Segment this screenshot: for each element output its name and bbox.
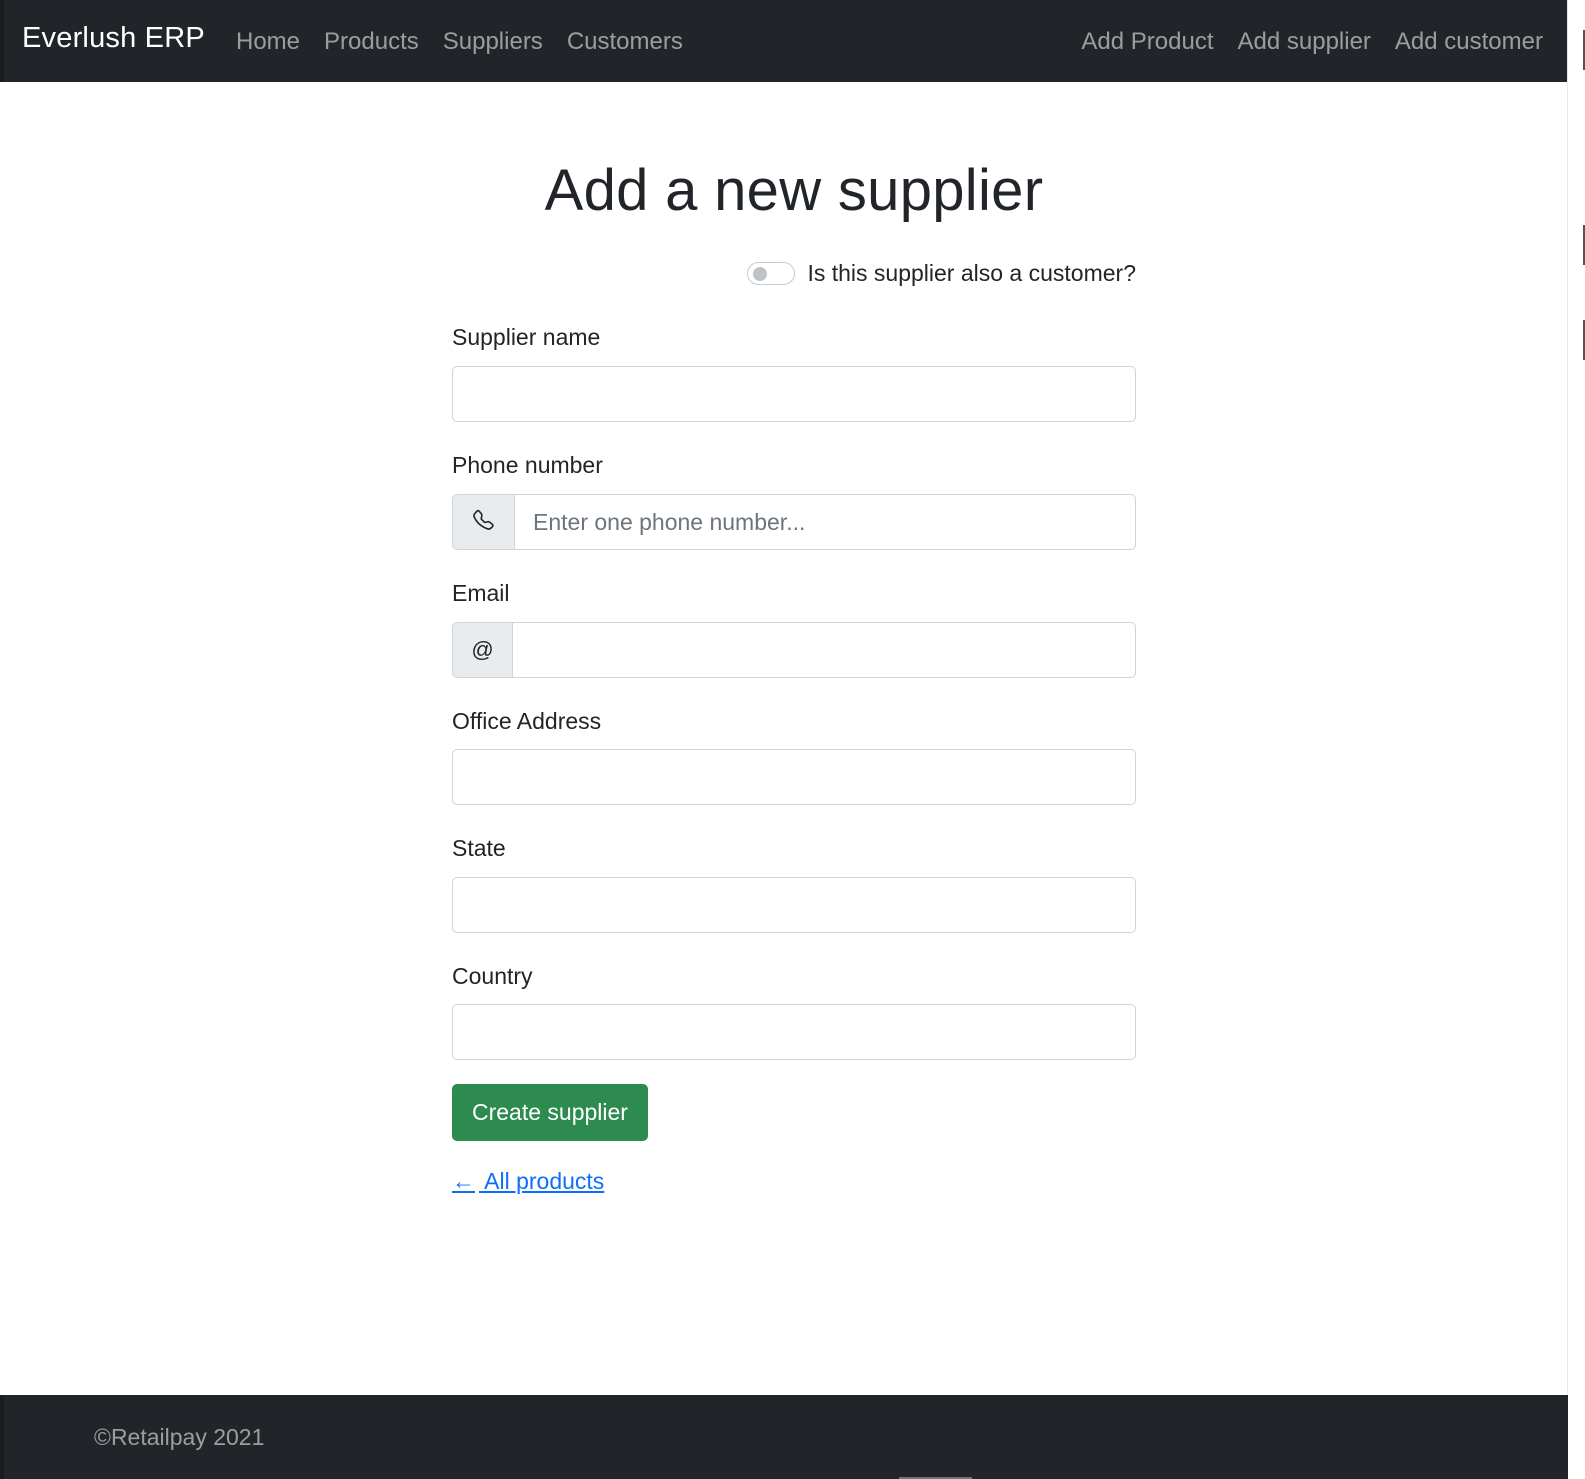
office-address-input[interactable] (452, 749, 1136, 805)
phone-icon (452, 494, 514, 550)
country-label: Country (452, 963, 533, 989)
country-input[interactable] (452, 1004, 1136, 1060)
nav-products-link[interactable]: Products (312, 27, 431, 57)
brand-link[interactable]: Everlush ERP (22, 22, 205, 55)
page-title: Add a new supplier (544, 158, 1044, 223)
email-input-group: @ (452, 622, 1136, 678)
top-navbar: Everlush ERP Home Products Suppliers Cus… (0, 0, 1585, 82)
nav-suppliers-link[interactable]: Suppliers (431, 27, 555, 57)
page-footer: ©Retailpay 2021 (0, 1395, 1568, 1479)
supplier-name-label: Supplier name (452, 324, 601, 350)
office-address-label: Office Address (452, 708, 602, 734)
at-sign-icon: @ (452, 622, 512, 678)
email-label: Email (452, 580, 510, 606)
arrow-left-icon: ← (452, 1168, 475, 1194)
phone-input[interactable] (514, 494, 1136, 550)
action-nav: Add Product Add supplier Add customer (1069, 27, 1555, 57)
toggle-knob (753, 267, 768, 281)
customer-toggle-row: Is this supplier also a customer? (747, 260, 1136, 287)
main-nav: Home Products Suppliers Customers (224, 27, 695, 57)
nav-customers-link[interactable]: Customers (555, 27, 695, 57)
nav-add-customer-link[interactable]: Add customer (1383, 27, 1555, 57)
nav-add-product-link[interactable]: Add Product (1069, 27, 1225, 57)
nav-add-supplier-link[interactable]: Add supplier (1226, 27, 1383, 57)
phone-label: Phone number (452, 452, 603, 478)
footer-copyright: ©Retailpay 2021 (94, 1424, 265, 1450)
window-right-edge (1567, 0, 1585, 1479)
supplier-name-input[interactable] (452, 366, 1136, 422)
all-products-link[interactable]: ← All products (452, 1168, 604, 1195)
customer-toggle-label: Is this supplier also a customer? (807, 260, 1136, 286)
email-input[interactable] (512, 622, 1136, 678)
state-label: State (452, 835, 506, 861)
state-input[interactable] (452, 877, 1136, 933)
customer-toggle-switch[interactable] (747, 262, 796, 285)
nav-home-link[interactable]: Home (224, 27, 312, 57)
phone-input-group (452, 494, 1136, 550)
all-products-label: All products (479, 1168, 605, 1194)
create-supplier-button[interactable]: Create supplier (452, 1084, 648, 1141)
